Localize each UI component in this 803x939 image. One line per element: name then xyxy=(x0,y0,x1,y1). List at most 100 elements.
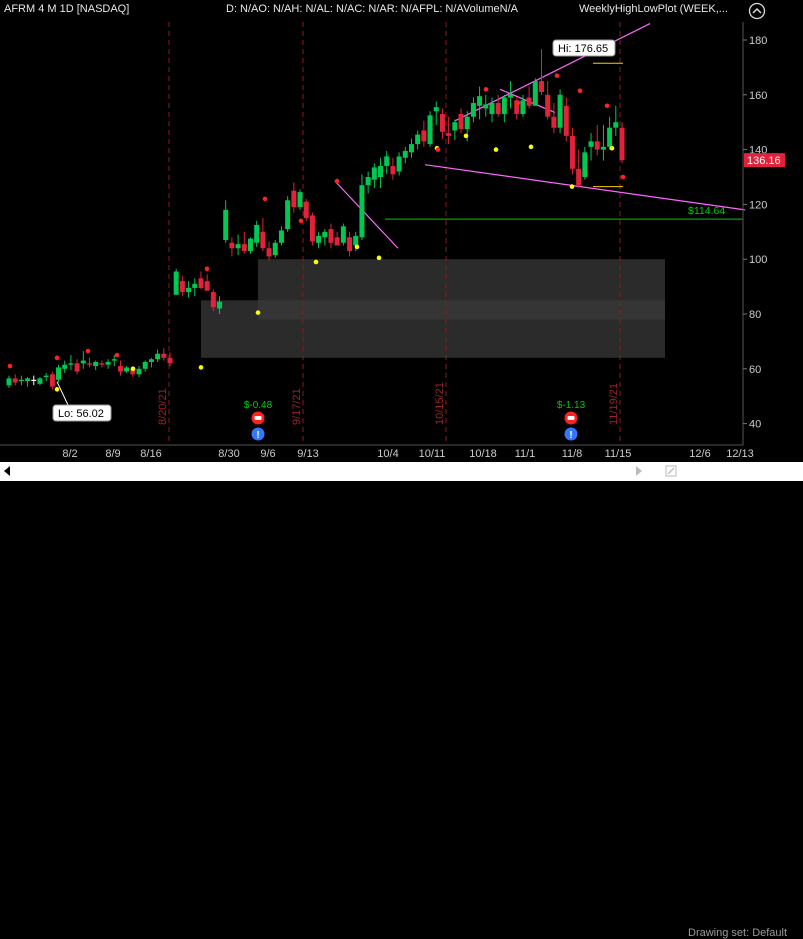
y-tick-label: 160 xyxy=(749,90,767,102)
candle-body xyxy=(99,363,105,365)
chart-background xyxy=(0,0,803,481)
candle-body xyxy=(390,166,396,175)
candle-body xyxy=(291,190,297,208)
low-dot xyxy=(376,255,382,261)
candle-body xyxy=(353,235,359,246)
candle-body xyxy=(539,81,545,93)
candle-body xyxy=(408,144,414,153)
candle-body xyxy=(588,141,594,147)
svg-text:136.16: 136.16 xyxy=(747,155,781,167)
x-tick-label: 8/2 xyxy=(62,448,77,460)
candle-body xyxy=(155,353,161,360)
high-dot xyxy=(435,147,441,152)
dividend-label: $-1.13 xyxy=(557,400,586,411)
candle-body xyxy=(563,105,569,136)
candle-body xyxy=(161,353,167,358)
x-tick-label: 10/11 xyxy=(419,448,446,460)
chart-stage: 8/20/21 9/17/21 10/15/21 11/19/21 $114.64 Hi… xyxy=(0,0,803,481)
dividend-label: $-0.48 xyxy=(244,400,273,411)
candle-body xyxy=(18,379,24,382)
candle-body xyxy=(142,361,148,369)
candle-body xyxy=(37,378,43,384)
candle-body xyxy=(278,230,284,243)
chevron-up-icon xyxy=(748,2,766,20)
candle-body xyxy=(458,113,464,130)
scroll-left-arrow[interactable] xyxy=(4,466,10,476)
y-tick-label: 120 xyxy=(749,199,767,211)
candle-body xyxy=(520,100,526,114)
candle-body xyxy=(186,287,192,293)
high-dot xyxy=(54,355,60,361)
candle-body xyxy=(557,94,563,128)
candle-body xyxy=(316,235,322,243)
candle-body xyxy=(452,122,458,131)
low-dot xyxy=(198,365,204,370)
symbol-label[interactable]: AFRM 4 M 1D [NASDAQ] xyxy=(4,3,129,15)
telephone-icon[interactable] xyxy=(251,411,265,425)
low-dot xyxy=(569,184,575,189)
low-dot xyxy=(609,145,615,151)
candle-body xyxy=(173,271,179,295)
y-tick-label: 100 xyxy=(749,254,767,266)
candle-body xyxy=(111,359,117,361)
candle-body xyxy=(148,359,154,362)
scroll-right-arrow[interactable] xyxy=(636,466,642,476)
candle-body xyxy=(340,226,346,243)
high-dot xyxy=(577,88,583,93)
low-dot xyxy=(255,310,261,315)
candle-body xyxy=(124,367,130,372)
high-dot xyxy=(554,73,560,78)
candle-body xyxy=(210,292,216,308)
candle-body xyxy=(93,361,99,367)
x-tick-label: 8/30 xyxy=(218,448,239,460)
candle-body xyxy=(229,242,235,249)
candle-body xyxy=(532,81,538,106)
candle-body xyxy=(569,135,575,169)
y-tick-label: 180 xyxy=(749,35,767,47)
price-chart[interactable]: 8/20/21 9/17/21 10/15/21 11/19/21 $114.64 Hi… xyxy=(0,0,803,481)
collapse-button[interactable] xyxy=(747,2,767,20)
x-tick-label: 12/13 xyxy=(726,448,754,460)
x-tick-label: 9/6 xyxy=(260,448,275,460)
candle-body xyxy=(105,361,111,365)
svg-text:!: ! xyxy=(569,430,572,441)
telephone-icon[interactable] xyxy=(564,411,578,425)
candle-body xyxy=(427,115,433,145)
candle-body xyxy=(619,127,625,161)
candle-body xyxy=(204,281,210,291)
candle-body xyxy=(235,244,241,249)
candle-body xyxy=(464,116,470,130)
candle-body xyxy=(576,168,582,186)
quote-readout: D: N/AO: N/AH: N/AL: N/AC: N/AR: N/AFPL:… xyxy=(226,3,518,15)
candle-body xyxy=(223,209,229,241)
x-tick-label: 10/18 xyxy=(469,448,497,460)
drawing-set-label[interactable]: Drawing set: Default xyxy=(688,927,787,939)
candle-body xyxy=(582,152,588,177)
candle-body xyxy=(477,96,483,106)
high-dot xyxy=(604,103,610,109)
candle-body xyxy=(607,127,613,147)
low-dot xyxy=(54,387,60,392)
candle-body xyxy=(384,156,390,167)
level-label: $114.64 xyxy=(688,205,725,217)
candle-body xyxy=(12,378,18,383)
candle-body xyxy=(254,224,260,243)
high-dot xyxy=(620,174,626,180)
high-dot xyxy=(85,348,91,354)
y-tick-label: 40 xyxy=(749,419,761,431)
low-dot xyxy=(354,244,360,250)
pencil-icon[interactable] xyxy=(665,465,677,477)
candle-body xyxy=(260,231,266,249)
candle-body xyxy=(68,363,74,365)
candle-body xyxy=(396,156,402,172)
study-label[interactable]: WeeklyHighLowPlot (WEEK,... xyxy=(579,3,728,15)
high-dot xyxy=(334,178,340,184)
y-tick-label: 60 xyxy=(749,364,761,376)
candle-body xyxy=(551,116,557,128)
earnings-date-label: 8/20/21 xyxy=(157,388,169,425)
x-tick-label: 8/9 xyxy=(105,448,120,460)
candle-body xyxy=(322,231,328,238)
x-tick-label: 11/1 xyxy=(515,448,536,460)
candle-body xyxy=(309,215,315,242)
support-zone xyxy=(201,300,665,358)
